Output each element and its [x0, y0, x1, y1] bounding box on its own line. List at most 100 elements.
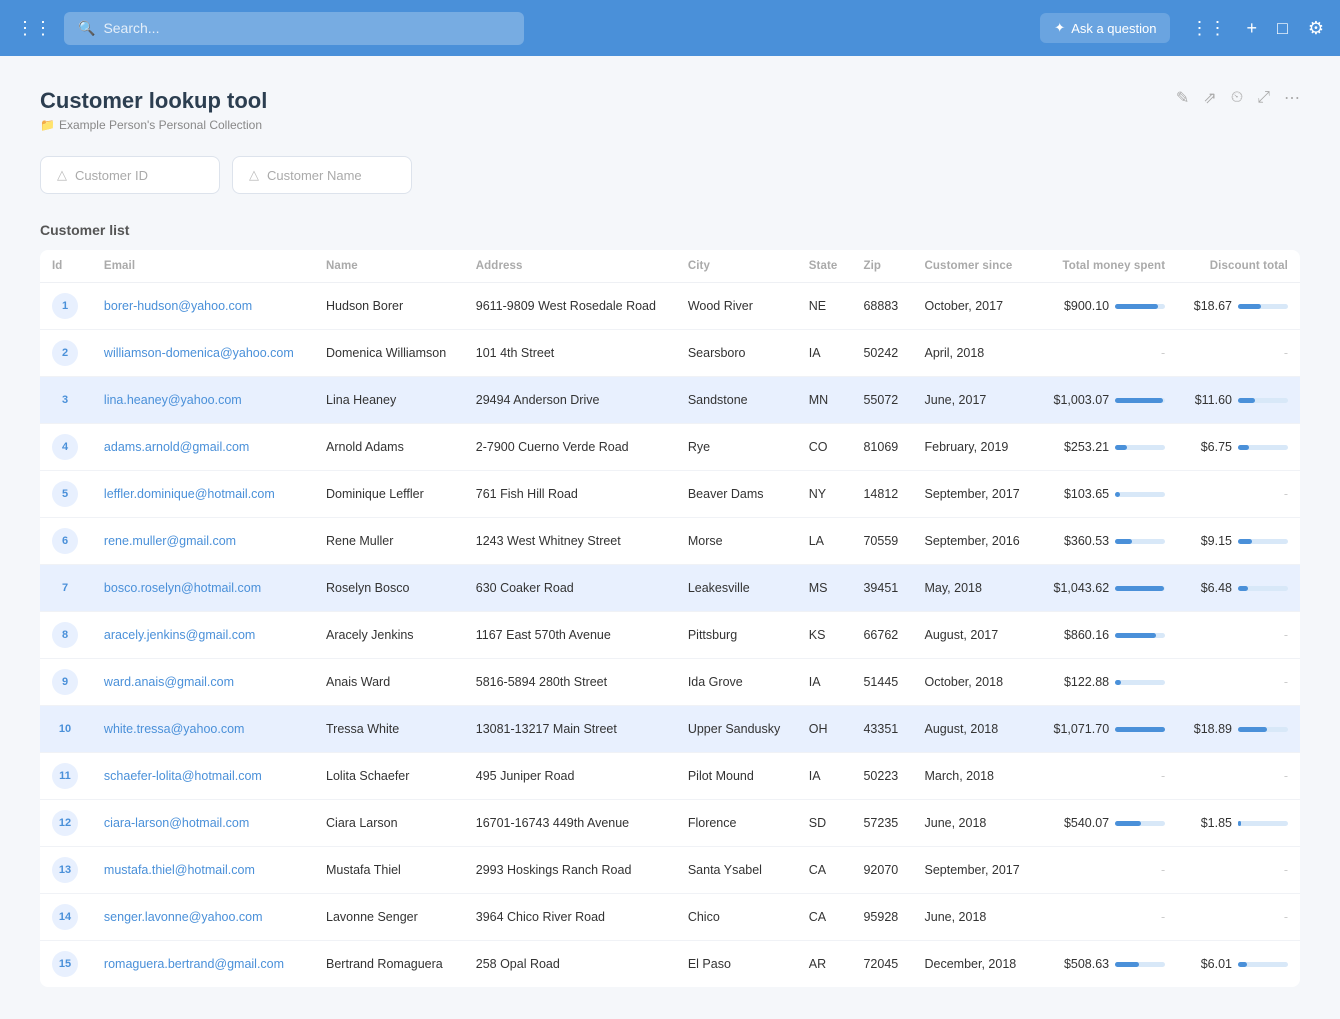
- cell-address: 258 Opal Road: [464, 941, 676, 988]
- cell-discount: -: [1177, 753, 1300, 800]
- table-row: 6rene.muller@gmail.comRene Muller1243 We…: [40, 518, 1300, 565]
- cell-id: 2: [40, 330, 92, 377]
- customer-table-wrap: Id Email Name Address City State Zip Cus…: [40, 250, 1300, 987]
- cell-money: $103.65: [1036, 471, 1177, 518]
- cell-email[interactable]: borer-hudson@yahoo.com: [92, 283, 314, 330]
- cell-email[interactable]: lina.heaney@yahoo.com: [92, 377, 314, 424]
- cell-email[interactable]: rene.muller@gmail.com: [92, 518, 314, 565]
- cell-discount: $18.67: [1177, 283, 1300, 330]
- nav-actions: ✦ Ask a question ⋮⋮ + □ ⚙: [1040, 13, 1324, 43]
- cell-state: IA: [797, 753, 852, 800]
- cell-zip: 95928: [851, 894, 912, 941]
- cell-name: Arnold Adams: [314, 424, 464, 471]
- cell-email[interactable]: bosco.roselyn@hotmail.com: [92, 565, 314, 612]
- col-id: Id: [40, 250, 92, 283]
- search-bar[interactable]: 🔍: [64, 12, 524, 45]
- cell-address: 1243 West Whitney Street: [464, 518, 676, 565]
- cell-money: -: [1036, 753, 1177, 800]
- apps-icon[interactable]: ⋮⋮: [1190, 18, 1226, 39]
- ask-question-button[interactable]: ✦ Ask a question: [1040, 13, 1170, 43]
- cell-zip: 66762: [851, 612, 912, 659]
- cell-address: 2-7900 Cuerno Verde Road: [464, 424, 676, 471]
- cell-id: 12: [40, 800, 92, 847]
- cell-id: 4: [40, 424, 92, 471]
- table-row: 13mustafa.thiel@hotmail.comMustafa Thiel…: [40, 847, 1300, 894]
- settings-icon[interactable]: ⚙: [1308, 18, 1324, 39]
- cell-name: Hudson Borer: [314, 283, 464, 330]
- cell-id: 10: [40, 706, 92, 753]
- filter-id-icon: △: [57, 167, 67, 183]
- cell-name: Lina Heaney: [314, 377, 464, 424]
- edit-icon[interactable]: ✎: [1176, 88, 1189, 108]
- cell-zip: 50223: [851, 753, 912, 800]
- cell-name: Tressa White: [314, 706, 464, 753]
- plus-icon: ✦: [1054, 20, 1065, 36]
- cell-email[interactable]: williamson-domenica@yahoo.com: [92, 330, 314, 377]
- cell-city: Leakesville: [676, 565, 797, 612]
- page-toolbar: ✎ ⇗ ⏲ ⤢ ⋯: [1176, 88, 1300, 108]
- cell-email[interactable]: aracely.jenkins@gmail.com: [92, 612, 314, 659]
- cell-email[interactable]: schaefer-lolita@hotmail.com: [92, 753, 314, 800]
- expand-icon[interactable]: ⤢: [1257, 89, 1270, 107]
- col-email: Email: [92, 250, 314, 283]
- cell-email[interactable]: mustafa.thiel@hotmail.com: [92, 847, 314, 894]
- cell-name: Anais Ward: [314, 659, 464, 706]
- external-link-icon[interactable]: ⇗: [1203, 88, 1216, 108]
- fullscreen-icon[interactable]: □: [1277, 18, 1288, 39]
- cell-since: September, 2016: [913, 518, 1037, 565]
- cell-email[interactable]: senger.lavonne@yahoo.com: [92, 894, 314, 941]
- cell-address: 29494 Anderson Drive: [464, 377, 676, 424]
- cell-city: Santa Ysabel: [676, 847, 797, 894]
- customer-table: Id Email Name Address City State Zip Cus…: [40, 250, 1300, 987]
- cell-state: AR: [797, 941, 852, 988]
- cell-state: SD: [797, 800, 852, 847]
- cell-discount: $9.15: [1177, 518, 1300, 565]
- cell-since: June, 2017: [913, 377, 1037, 424]
- customer-name-filter[interactable]: △ Customer Name: [232, 156, 412, 194]
- add-icon[interactable]: +: [1246, 18, 1257, 39]
- cell-email[interactable]: ward.anais@gmail.com: [92, 659, 314, 706]
- cell-state: KS: [797, 612, 852, 659]
- cell-email[interactable]: romaguera.bertrand@gmail.com: [92, 941, 314, 988]
- customer-id-filter[interactable]: △ Customer ID: [40, 156, 220, 194]
- col-since: Customer since: [913, 250, 1037, 283]
- cell-name: Mustafa Thiel: [314, 847, 464, 894]
- more-options-icon[interactable]: ⋯: [1284, 88, 1300, 108]
- cell-id: 14: [40, 894, 92, 941]
- cell-email[interactable]: leffler.dominique@hotmail.com: [92, 471, 314, 518]
- cell-since: June, 2018: [913, 894, 1037, 941]
- cell-city: Searsboro: [676, 330, 797, 377]
- cell-email[interactable]: ciara-larson@hotmail.com: [92, 800, 314, 847]
- cell-zip: 55072: [851, 377, 912, 424]
- cell-address: 1167 East 570th Avenue: [464, 612, 676, 659]
- cell-email[interactable]: adams.arnold@gmail.com: [92, 424, 314, 471]
- cell-name: Domenica Williamson: [314, 330, 464, 377]
- cell-address: 16701-16743 449th Avenue: [464, 800, 676, 847]
- cell-id: 1: [40, 283, 92, 330]
- cell-city: Pittsburg: [676, 612, 797, 659]
- cell-name: Lolita Schaefer: [314, 753, 464, 800]
- cell-money: $253.21: [1036, 424, 1177, 471]
- section-title: Customer list: [40, 222, 1300, 238]
- table-row: 2williamson-domenica@yahoo.comDomenica W…: [40, 330, 1300, 377]
- cell-zip: 70559: [851, 518, 912, 565]
- cell-email[interactable]: white.tressa@yahoo.com: [92, 706, 314, 753]
- cell-state: MS: [797, 565, 852, 612]
- search-icon: 🔍: [78, 20, 95, 37]
- cell-money: $1,003.07: [1036, 377, 1177, 424]
- search-input[interactable]: [103, 20, 510, 36]
- cell-address: 495 Juniper Road: [464, 753, 676, 800]
- cell-discount: -: [1177, 894, 1300, 941]
- cell-name: Roselyn Bosco: [314, 565, 464, 612]
- page-content: Customer lookup tool 📁 Example Person's …: [0, 56, 1340, 1019]
- table-row: 9ward.anais@gmail.comAnais Ward5816-5894…: [40, 659, 1300, 706]
- cell-id: 13: [40, 847, 92, 894]
- col-state: State: [797, 250, 852, 283]
- cell-zip: 81069: [851, 424, 912, 471]
- history-icon[interactable]: ⏲: [1231, 89, 1243, 107]
- cell-address: 3964 Chico River Road: [464, 894, 676, 941]
- cell-id: 5: [40, 471, 92, 518]
- cell-zip: 43351: [851, 706, 912, 753]
- grid-icon[interactable]: ⋮⋮: [16, 18, 52, 39]
- cell-discount: $11.60: [1177, 377, 1300, 424]
